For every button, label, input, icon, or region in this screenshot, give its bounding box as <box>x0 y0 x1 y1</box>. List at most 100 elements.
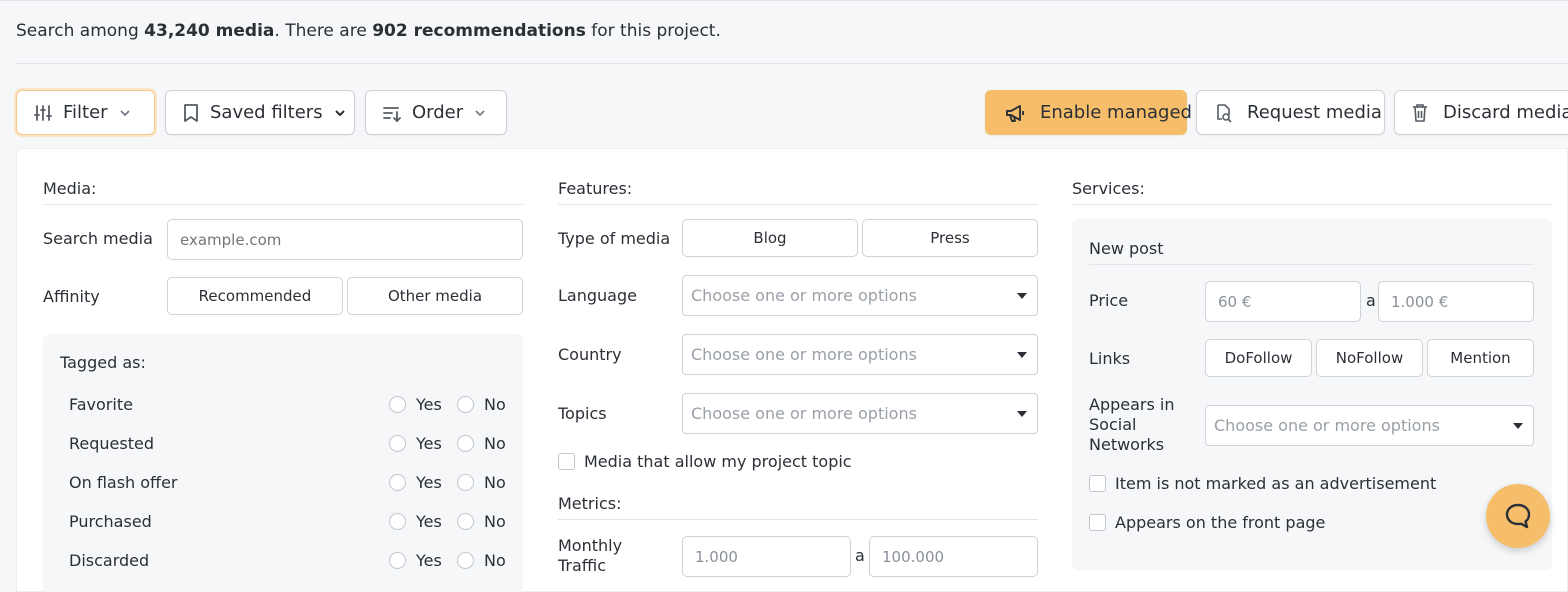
select-placeholder: Choose one or more options <box>691 286 917 305</box>
chat-support-button[interactable] <box>1486 484 1550 548</box>
summary-prefix: Search among <box>16 21 145 41</box>
social-networks-select[interactable]: Choose one or more options <box>1205 405 1534 446</box>
tag-flash-offer-yes-radio[interactable]: Yes <box>389 473 442 492</box>
summary-middle: . There are <box>274 21 373 41</box>
affinity-other-media-button[interactable]: Other media <box>347 277 523 315</box>
caret-down-icon <box>1017 292 1027 299</box>
radio-label: No <box>484 395 506 414</box>
tag-requested-label: Requested <box>69 434 154 453</box>
saved-filters-button[interactable]: Saved filters <box>165 90 355 135</box>
media-section-title: Media: <box>43 179 523 205</box>
tag-requested-no-radio[interactable]: No <box>457 434 506 453</box>
order-button[interactable]: Order <box>365 90 507 135</box>
radio-label: Yes <box>416 512 442 531</box>
topics-select[interactable]: Choose one or more options <box>682 393 1038 434</box>
caret-down-icon <box>1513 422 1523 429</box>
tag-favorite-yes-radio[interactable]: Yes <box>389 395 442 414</box>
checkbox-box <box>1089 475 1106 492</box>
language-select[interactable]: Choose one or more options <box>682 275 1038 316</box>
radio-circle <box>457 474 474 491</box>
radio-circle <box>389 513 406 530</box>
search-media-input[interactable] <box>167 219 523 260</box>
chevron-down-icon <box>475 109 485 116</box>
links-mention-button[interactable]: Mention <box>1427 339 1534 377</box>
type-press-button[interactable]: Press <box>862 219 1038 257</box>
radio-label: No <box>484 473 506 492</box>
enable-managed-label: Enable managed <box>1040 102 1192 123</box>
filter-label: Filter <box>63 102 108 123</box>
select-placeholder: Choose one or more options <box>1214 416 1440 435</box>
filter-button[interactable]: Filter <box>16 90 155 135</box>
tag-discarded-yes-radio[interactable]: Yes <box>389 551 442 570</box>
sort-icon <box>383 106 401 122</box>
radio-label: Yes <box>416 551 442 570</box>
tag-purchased-yes-radio[interactable]: Yes <box>389 512 442 531</box>
tag-discarded-no-radio[interactable]: No <box>457 551 506 570</box>
tagged-as-box: Tagged as: Favorite Yes No Requested Yes… <box>43 334 523 592</box>
tag-discarded-label: Discarded <box>69 551 150 570</box>
type-blog-button[interactable]: Blog <box>682 219 858 257</box>
tag-requested-yes-radio[interactable]: Yes <box>389 434 442 453</box>
radio-circle <box>389 396 406 413</box>
trash-icon <box>1413 103 1427 122</box>
radio-circle <box>389 474 406 491</box>
tag-flash-offer-no-radio[interactable]: No <box>457 473 506 492</box>
select-placeholder: Choose one or more options <box>691 345 917 364</box>
radio-label: Yes <box>416 434 442 453</box>
tag-favorite-label: Favorite <box>69 395 133 414</box>
filter-panel: Media: Search media Affinity Recommended… <box>16 148 1568 592</box>
summary-suffix: for this project. <box>585 21 721 41</box>
radio-circle <box>389 552 406 569</box>
checkbox-label: Item is not marked as an advertisement <box>1115 474 1437 493</box>
language-label: Language <box>558 286 637 305</box>
not-advertisement-checkbox[interactable]: Item is not marked as an advertisement <box>1089 474 1436 493</box>
request-media-button[interactable]: Request media <box>1196 90 1385 135</box>
search-media-label: Search media <box>43 229 153 248</box>
enable-managed-button[interactable]: Enable managed <box>985 90 1192 135</box>
chevron-down-icon <box>119 109 130 116</box>
country-select[interactable]: Choose one or more options <box>682 334 1038 375</box>
discard-media-label: Discard media <box>1443 102 1568 123</box>
country-label: Country <box>558 345 622 364</box>
tag-purchased-no-radio[interactable]: No <box>457 512 506 531</box>
bookmark-icon <box>184 103 198 122</box>
affinity-recommended-button[interactable]: Recommended <box>167 277 343 315</box>
front-page-checkbox[interactable]: Appears on the front page <box>1089 513 1325 532</box>
price-max-input[interactable]: 1.000 € <box>1378 281 1534 322</box>
radio-circle <box>457 435 474 452</box>
chat-bubble-icon <box>1505 503 1531 529</box>
traffic-min-input[interactable]: 1.000 <box>682 536 851 577</box>
features-section-title: Features: <box>558 179 1038 205</box>
checkbox-box <box>1089 514 1106 531</box>
tag-purchased-label: Purchased <box>69 512 152 531</box>
radio-circle <box>457 552 474 569</box>
traffic-max-input[interactable]: 100.000 <box>869 536 1038 577</box>
radio-label: Yes <box>416 473 442 492</box>
radio-circle <box>457 396 474 413</box>
tagged-as-title: Tagged as: <box>60 353 146 372</box>
checkbox-box <box>558 453 575 470</box>
affinity-label: Affinity <box>43 287 100 306</box>
document-search-icon <box>1217 103 1232 123</box>
tag-favorite-no-radio[interactable]: No <box>457 395 506 414</box>
radio-label: No <box>484 434 506 453</box>
allow-topic-checkbox[interactable]: Media that allow my project topic <box>558 452 852 471</box>
topics-label: Topics <box>558 404 607 423</box>
radio-label: No <box>484 551 506 570</box>
discard-media-button[interactable]: Discard media <box>1394 90 1568 135</box>
links-dofollow-button[interactable]: DoFollow <box>1205 339 1312 377</box>
checkbox-label: Appears on the front page <box>1115 513 1326 532</box>
metrics-section-title: Metrics: <box>558 494 1038 520</box>
megaphone-icon <box>1006 104 1024 122</box>
recommendations-count: 902 recommendations <box>372 21 586 41</box>
radio-label: No <box>484 512 506 531</box>
radio-circle <box>389 435 406 452</box>
caret-down-icon <box>1017 410 1027 417</box>
select-placeholder: Choose one or more options <box>691 404 917 423</box>
price-label: Price <box>1089 291 1129 310</box>
price-min-input[interactable]: 60 € <box>1205 281 1361 322</box>
chevron-down-icon <box>334 109 345 116</box>
new-post-title: New post <box>1089 239 1534 265</box>
links-nofollow-button[interactable]: NoFollow <box>1316 339 1423 377</box>
media-count: 43,240 media <box>144 21 275 41</box>
